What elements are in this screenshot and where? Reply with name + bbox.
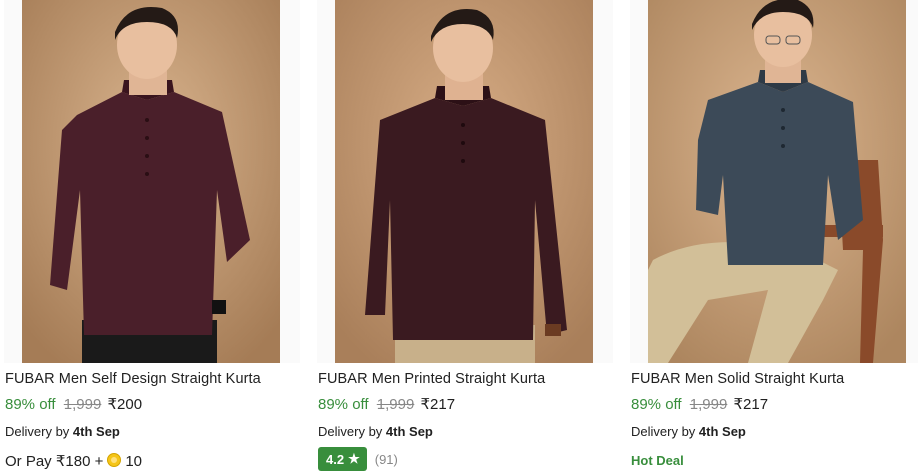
delivery-date: 4th Sep [385,424,433,439]
delivery-prefix: Delivery by [5,424,70,439]
product-grid: FUBAR Men Self Design Straight Kurta 89%… [0,0,918,475]
product-photo [648,0,906,363]
hot-deal-badge: Hot Deal [631,453,684,468]
price-row: 89% off 1,999 ₹200 [5,395,142,413]
rating-row: 4.2 ★ (91) [318,447,398,471]
delivery-date: 4th Sep [698,424,746,439]
mrp-text: 1,999 [376,396,415,413]
mrp-text: 1,999 [63,396,102,413]
product-card[interactable]: FUBAR Men Printed Straight Kurta 89% off… [313,0,613,475]
rating-count: (91) [374,451,398,467]
price-row: 89% off 1,999 ₹217 [631,395,768,413]
discount-text: 89% off [5,396,56,413]
mrp-text: 1,999 [689,396,728,413]
delivery-prefix: Delivery by [631,424,696,439]
product-card[interactable]: FUBAR Men Solid Straight Kurta 89% off 1… [626,0,918,475]
discount-text: 89% off [631,396,682,413]
sale-price: ₹200 [107,396,143,413]
product-title[interactable]: FUBAR Men Solid Straight Kurta [631,371,844,387]
delivery-info: Delivery by 4th Sep [5,424,120,439]
product-card[interactable]: FUBAR Men Self Design Straight Kurta 89%… [0,0,300,475]
pay-prefix: Or Pay ₹180 + [5,453,104,470]
product-photo [22,0,280,363]
sale-price: ₹217 [733,396,769,413]
delivery-date: 4th Sep [72,424,120,439]
star-icon: ★ [348,451,360,466]
price-row: 89% off 1,999 ₹217 [318,395,455,413]
product-image[interactable] [4,0,300,363]
delivery-info: Delivery by 4th Sep [318,424,433,439]
coin-count: 10 [125,453,143,470]
product-title[interactable]: FUBAR Men Printed Straight Kurta [318,371,545,387]
rating-value: 4.2 [326,451,345,467]
product-photo [335,0,593,363]
product-image[interactable] [317,0,613,363]
supercoin-offer: Or Pay ₹180 + 10 [5,452,142,470]
delivery-info: Delivery by 4th Sep [631,424,746,439]
supercoin-icon [107,453,122,467]
discount-text: 89% off [318,396,369,413]
rating-badge: 4.2 ★ [318,447,367,471]
product-image[interactable] [630,0,918,363]
delivery-prefix: Delivery by [318,424,383,439]
sale-price: ₹217 [420,396,456,413]
product-title[interactable]: FUBAR Men Self Design Straight Kurta [5,371,261,387]
